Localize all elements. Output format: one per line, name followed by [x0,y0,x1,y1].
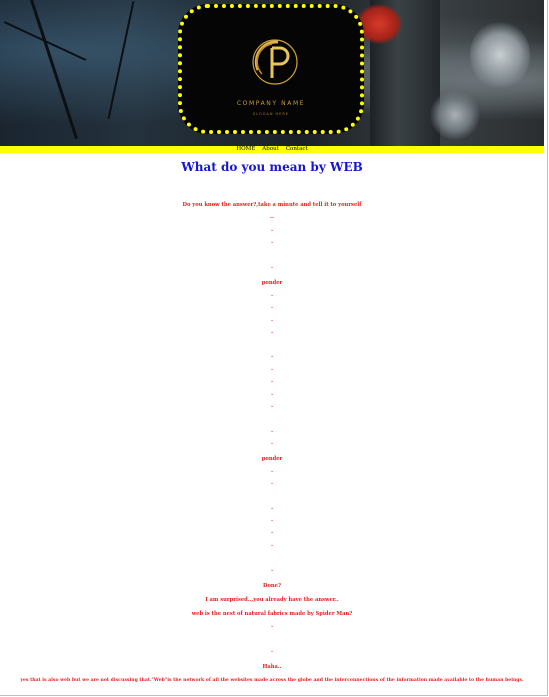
company-logo[interactable]: COMPANY NAME SLOGAN HERE [178,4,364,134]
pause-dot: . [270,504,274,511]
pause-dot: . [270,303,274,310]
pause-dot: . [270,528,274,535]
tree-branch [3,21,87,61]
tree-branch [30,0,79,140]
pause-dot: . [270,352,274,359]
ponder-text: ponder [261,456,283,462]
pause-dot: . [270,467,274,474]
pause-dot: . [270,226,274,233]
company-name: COMPANY NAME [236,100,306,107]
surprised-text: I am surprised..,you already have the an… [205,597,339,603]
logo-p-icon [252,39,298,85]
haha-text: Haha.. [262,664,282,670]
nav-link-about[interactable]: About [262,146,279,153]
nav-bar: HOME About Contact [0,146,544,153]
hero-banner: COMPANY NAME SLOGAN HERE [0,0,544,146]
pause-dot: . [270,439,274,446]
pause-dot: . [270,566,274,573]
pause-dot: . [270,647,274,654]
pause-dot: . [270,622,274,629]
pause-dot: . [270,238,274,245]
pause-dot: . [270,291,274,298]
pause-dot: . [270,479,274,486]
pause-dot: . [270,390,274,397]
nav-link-contact[interactable]: Contact [286,146,308,153]
page-title: What do you mean by WEB [181,160,363,174]
lichen-texture [430,90,480,140]
question-text: Do you know the answer?,take a minute an… [182,202,362,208]
pause-dots: .. [269,213,275,220]
pause-dot: . [270,427,274,434]
pause-dot: . [270,377,274,384]
pause-dot: . [270,328,274,335]
ponder-text: ponder [261,280,283,286]
company-slogan: SLOGAN HERE [252,112,290,116]
pause-dot: . [270,365,274,372]
conclusion-text: yes that is also web but we are not disc… [20,678,524,683]
pause-dot: . [270,402,274,409]
pause-dot: . [270,541,274,548]
pause-dot: . [270,516,274,523]
pause-dot: . [270,316,274,323]
pause-dot: . [270,263,274,270]
spider-text: web is the nest of natural fabrics made … [191,611,353,617]
lichen-texture [470,20,530,90]
done-text: Done? [262,583,282,589]
nav-link-home[interactable]: HOME [236,146,255,153]
tree-branch [107,1,135,119]
